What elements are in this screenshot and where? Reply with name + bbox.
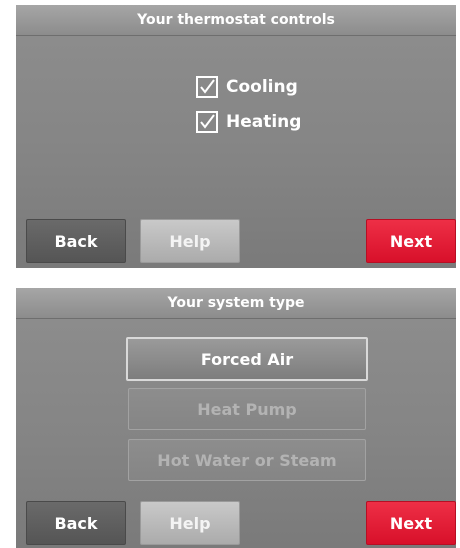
system-type-screen: Your system type Forced Air Heat Pump Ho… xyxy=(16,288,456,548)
help-button[interactable]: Help xyxy=(140,219,240,263)
checkmark-icon xyxy=(200,114,215,129)
next-button[interactable]: Next xyxy=(366,501,456,545)
help-button[interactable]: Help xyxy=(140,501,240,545)
cooling-label: Cooling xyxy=(226,77,298,97)
cooling-checkbox[interactable] xyxy=(196,76,218,98)
heat-pump-button[interactable]: Heat Pump xyxy=(128,388,366,430)
thermostat-controls-screen: Your thermostat controls Cooling Heating… xyxy=(16,5,456,268)
back-button[interactable]: Back xyxy=(26,501,126,545)
forced-air-button[interactable]: Forced Air xyxy=(126,337,368,381)
back-button[interactable]: Back xyxy=(26,219,126,263)
heating-checkbox-row[interactable]: Heating xyxy=(196,111,301,133)
screen-title: Your thermostat controls xyxy=(16,5,456,36)
heating-checkbox[interactable] xyxy=(196,111,218,133)
heating-label: Heating xyxy=(226,112,302,132)
cooling-checkbox-row[interactable]: Cooling xyxy=(196,76,298,98)
hot-water-or-steam-button[interactable]: Hot Water or Steam xyxy=(128,439,366,481)
checkmark-icon xyxy=(200,79,215,94)
screen-title: Your system type xyxy=(16,288,456,319)
next-button[interactable]: Next xyxy=(366,219,456,263)
